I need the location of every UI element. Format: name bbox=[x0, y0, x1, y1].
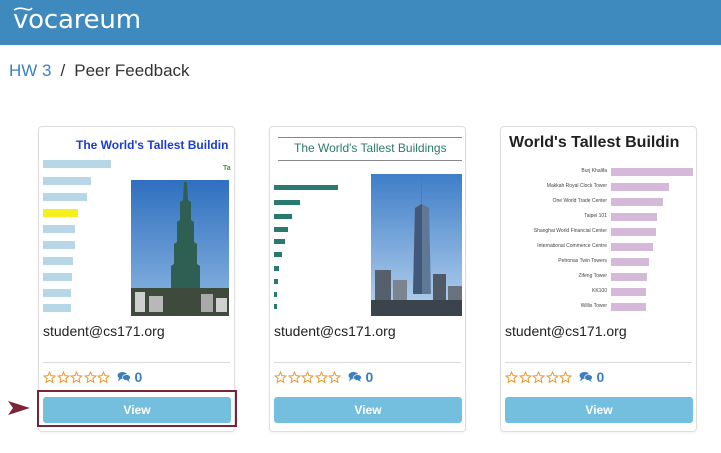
comments-icon bbox=[348, 372, 362, 382]
star-empty-icon[interactable] bbox=[532, 370, 545, 384]
logo-swoosh-icon bbox=[13, 7, 33, 11]
star-empty-icon[interactable] bbox=[328, 370, 341, 384]
building-photo bbox=[131, 180, 229, 316]
thumbnail-label: Shanghai World Financial Center bbox=[533, 228, 607, 234]
breadcrumb-current: Peer Feedback bbox=[74, 61, 190, 80]
breadcrumb-separator: / bbox=[60, 61, 66, 80]
breadcrumb: HW 3 / Peer Feedback bbox=[9, 61, 190, 81]
comments-link[interactable]: 0 bbox=[117, 369, 143, 385]
thumbnail-label: Taipei 101 bbox=[584, 213, 607, 219]
submission-author: student@cs171.org bbox=[274, 323, 396, 339]
thumbnail-label: Makkah Royal Clock Tower bbox=[546, 183, 607, 189]
rating-row: 0 bbox=[43, 368, 142, 386]
submission-thumbnail[interactable]: The World's Tallest Buildin Ta bbox=[43, 132, 231, 316]
thumbnail-side-text: Ta bbox=[223, 165, 231, 172]
star-empty-icon[interactable] bbox=[505, 370, 518, 384]
rating-row: 0 bbox=[274, 368, 373, 386]
vocareum-logo[interactable]: vocareum bbox=[13, 5, 141, 35]
star-empty-icon[interactable] bbox=[70, 370, 83, 384]
comments-icon bbox=[579, 372, 593, 382]
breadcrumb-link-hw3[interactable]: HW 3 bbox=[9, 61, 52, 80]
comment-count: 0 bbox=[596, 369, 605, 385]
star-empty-icon[interactable] bbox=[545, 370, 559, 384]
star-empty-icon[interactable] bbox=[559, 370, 572, 384]
card-divider bbox=[505, 362, 692, 363]
star-rating[interactable] bbox=[274, 370, 342, 384]
thumbnail-title: World's Tallest Buildin bbox=[509, 134, 680, 151]
thumbnail-title: The World's Tallest Buildings bbox=[294, 141, 447, 155]
thumbnail-label: Burj Khalifa bbox=[581, 168, 607, 174]
card-divider bbox=[274, 362, 461, 363]
arrow-pointer-icon bbox=[8, 401, 30, 415]
star-rating[interactable] bbox=[43, 370, 111, 384]
top-navbar: vocareum bbox=[0, 0, 721, 45]
view-button[interactable]: View bbox=[274, 397, 462, 423]
comments-link[interactable]: 0 bbox=[579, 369, 605, 385]
thumbnail-label: Zifeng Tower bbox=[578, 273, 607, 279]
view-button[interactable]: View bbox=[505, 397, 693, 423]
star-empty-icon[interactable] bbox=[287, 370, 301, 384]
thumbnail-label: One World Trade Center bbox=[552, 198, 607, 204]
submission-card: World's Tallest Buildin Burj Khalifa Makk… bbox=[500, 126, 697, 432]
submission-thumbnail[interactable]: World's Tallest Buildin Burj Khalifa Makk… bbox=[505, 132, 693, 316]
star-empty-icon[interactable] bbox=[83, 370, 97, 384]
star-empty-icon[interactable] bbox=[518, 370, 532, 384]
comment-count: 0 bbox=[134, 369, 143, 385]
submission-card: The World's Tallest Buildings student@cs… bbox=[269, 126, 466, 432]
star-rating[interactable] bbox=[505, 370, 573, 384]
highlight-box bbox=[37, 390, 237, 427]
star-empty-icon[interactable] bbox=[43, 370, 56, 384]
submission-thumbnail[interactable]: The World's Tallest Buildings bbox=[274, 132, 462, 316]
rating-row: 0 bbox=[505, 368, 604, 386]
submission-author: student@cs171.org bbox=[43, 323, 165, 339]
thumbnail-label: Petronas Twin Towers bbox=[558, 258, 607, 264]
star-empty-icon[interactable] bbox=[314, 370, 328, 384]
thumbnail-label: Willis Tower bbox=[580, 303, 607, 309]
comment-count: 0 bbox=[365, 369, 374, 385]
star-empty-icon[interactable] bbox=[301, 370, 314, 384]
thumbnail-title: The World's Tallest Buildin bbox=[76, 138, 229, 152]
submission-card: The World's Tallest Buildin Ta student@c… bbox=[38, 126, 235, 432]
thumbnail-label: International Commerce Centre bbox=[537, 243, 607, 249]
star-empty-icon[interactable] bbox=[274, 370, 287, 384]
comments-icon bbox=[117, 372, 131, 382]
building-photo bbox=[371, 174, 462, 316]
star-empty-icon[interactable] bbox=[56, 370, 70, 384]
submission-author: student@cs171.org bbox=[505, 323, 627, 339]
comments-link[interactable]: 0 bbox=[348, 369, 374, 385]
card-divider bbox=[43, 362, 230, 363]
thumbnail-label: KK100 bbox=[591, 288, 607, 294]
star-empty-icon[interactable] bbox=[97, 370, 110, 384]
